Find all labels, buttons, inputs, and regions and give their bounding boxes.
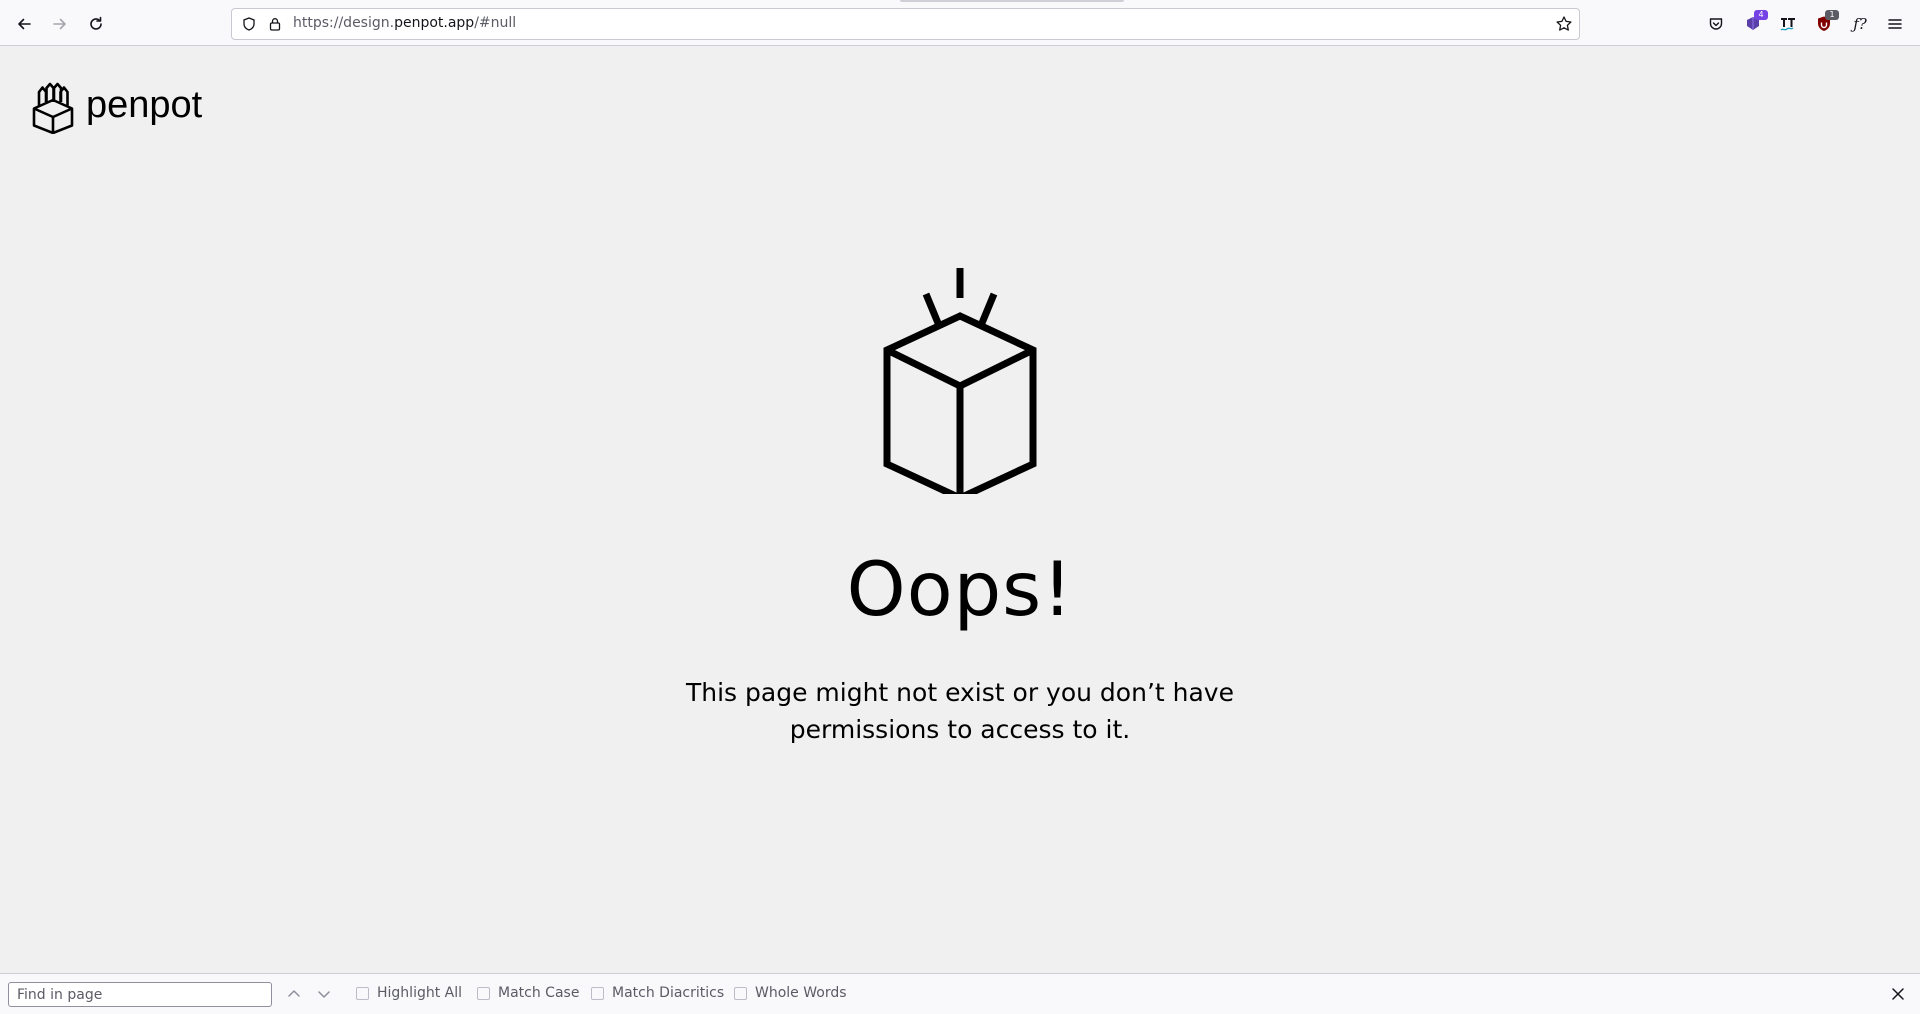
arrow-left-icon xyxy=(18,18,31,30)
back-button[interactable] xyxy=(11,11,37,37)
penpot-logo-icon xyxy=(32,82,74,134)
tracking-protection-shield-icon[interactable] xyxy=(242,17,256,31)
open-box-icon xyxy=(883,268,1037,494)
match-diacritics-checkbox[interactable] xyxy=(591,986,604,1000)
match-diacritics-label: Match Diacritics xyxy=(612,985,725,1001)
bookmark-star-icon[interactable] xyxy=(1555,15,1573,33)
match-case-label: Match Case xyxy=(498,985,580,1001)
find-next-icon[interactable] xyxy=(316,986,332,1002)
url-text[interactable]: https://design.penpot.app/#null xyxy=(293,15,516,31)
app-menu-button[interactable] xyxy=(1884,13,1906,35)
url-prefix: https://design. xyxy=(293,15,395,31)
reload-icon xyxy=(90,16,102,30)
extension-purple-button[interactable]: 4 xyxy=(1742,10,1768,35)
match-case-option[interactable]: Match Case xyxy=(477,985,579,1001)
whole-words-label: Whole Words xyxy=(755,985,847,1001)
lock-icon[interactable] xyxy=(268,17,282,31)
match-diacritics-option[interactable]: Match Diacritics xyxy=(591,985,724,1001)
whole-words-option[interactable]: Whole Words xyxy=(734,985,847,1001)
logo-wordmark: penpot xyxy=(86,83,203,126)
extension-ut-button[interactable] xyxy=(1777,13,1799,35)
url-suffix: /#null xyxy=(474,15,517,31)
match-case-checkbox[interactable] xyxy=(477,986,490,1000)
arrow-right-icon xyxy=(53,18,66,30)
text-tool-icon xyxy=(1780,18,1795,31)
close-find-bar-icon[interactable] xyxy=(1890,986,1906,1002)
penpot-logo[interactable]: penpot xyxy=(31,80,202,134)
error-message: This page might not exist or you don’t h… xyxy=(686,678,1234,744)
active-tab-indicator xyxy=(900,0,1124,2)
find-input[interactable] xyxy=(8,982,272,1007)
browser-toolbar: https://design.penpot.app/#null 4 1 ƒ? xyxy=(0,0,1920,46)
highlight-all-option[interactable]: Highlight All xyxy=(356,985,462,1001)
reload-button[interactable] xyxy=(83,11,109,37)
hamburger-menu-icon xyxy=(1888,19,1902,29)
address-bar[interactable]: https://design.penpot.app/#null xyxy=(231,8,1580,40)
find-previous-icon[interactable] xyxy=(286,986,302,1002)
error-headline: Oops! xyxy=(846,545,1074,633)
extension-fx-button[interactable]: ƒ? xyxy=(1849,13,1871,35)
forward-button[interactable] xyxy=(47,11,73,37)
extension-badge-count: 4 xyxy=(1754,10,1768,20)
find-bar: Highlight All Match Case Match Diacritic… xyxy=(0,973,1920,1014)
highlight-all-checkbox[interactable] xyxy=(356,986,369,1000)
extension-badge-count: 1 xyxy=(1825,10,1839,20)
pocket-icon xyxy=(1709,18,1723,30)
whole-words-checkbox[interactable] xyxy=(734,986,747,1000)
url-host: penpot.app xyxy=(394,15,475,31)
highlight-all-label: Highlight All xyxy=(377,985,463,1001)
extension-ublock-button[interactable]: 1 xyxy=(1813,10,1839,35)
pocket-button[interactable] xyxy=(1705,13,1727,35)
